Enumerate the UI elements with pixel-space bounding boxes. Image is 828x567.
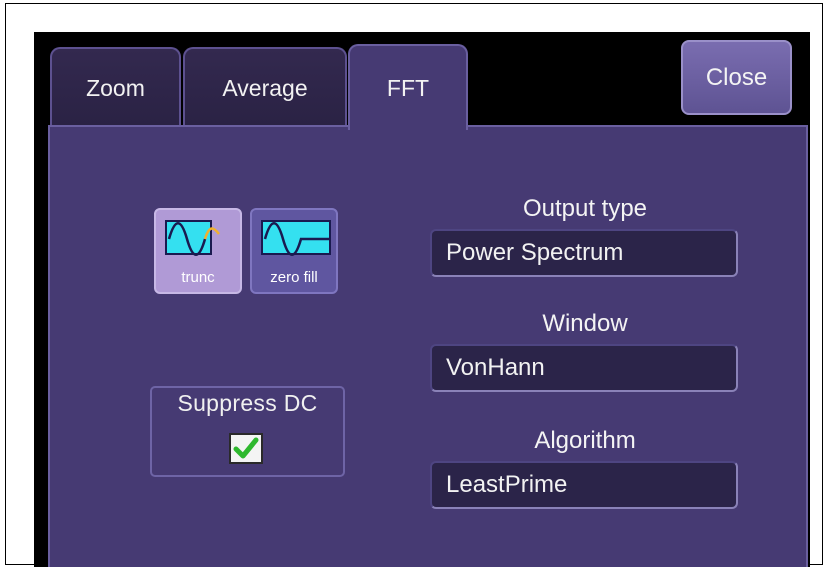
algorithm-label: Algorithm xyxy=(534,427,636,454)
zero-fill-sine-icon xyxy=(261,220,331,256)
zero-fill-mode-button[interactable]: zero fill xyxy=(250,208,338,294)
fft-dialog: Zoom Average FFT Close trunc zero fill S… xyxy=(34,32,810,567)
window-label: Window xyxy=(542,310,628,337)
tab-average-label: Average xyxy=(222,74,308,101)
tab-zoom[interactable]: Zoom xyxy=(50,47,181,127)
zero-fill-mode-label: zero fill xyxy=(270,269,318,286)
tab-average[interactable]: Average xyxy=(183,47,347,127)
output-type-value: Power Spectrum xyxy=(446,239,624,266)
close-button-label: Close xyxy=(705,63,768,91)
suppress-dc-label: Suppress DC xyxy=(177,390,318,416)
window-field[interactable]: VonHann xyxy=(430,344,738,392)
algorithm-value: LeastPrime xyxy=(446,471,568,498)
suppress-dc-group: Suppress DC xyxy=(150,386,345,477)
close-button[interactable]: Close xyxy=(681,40,792,115)
truncated-sine-icon xyxy=(165,220,220,256)
algorithm-field[interactable]: LeastPrime xyxy=(430,461,738,509)
tab-fft[interactable]: FFT xyxy=(348,44,468,130)
trunc-mode-button[interactable]: trunc xyxy=(154,208,242,294)
output-type-field[interactable]: Power Spectrum xyxy=(430,229,738,277)
tab-zoom-label: Zoom xyxy=(86,74,145,101)
tab-fft-label: FFT xyxy=(386,74,430,101)
trunc-mode-label: trunc xyxy=(181,269,215,286)
suppress-dc-checkbox[interactable] xyxy=(229,433,263,464)
fft-panel: trunc zero fill Suppress DC Output type … xyxy=(48,125,808,567)
window-value: VonHann xyxy=(446,354,545,381)
output-type-label: Output type xyxy=(522,195,648,222)
checkmark-icon xyxy=(233,437,259,459)
